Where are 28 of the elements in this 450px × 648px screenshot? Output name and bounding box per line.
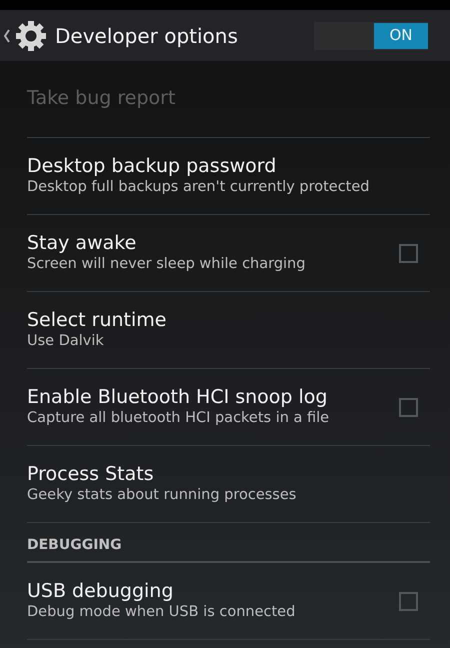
checkbox[interactable] [399, 398, 418, 416]
preference-title: Stay awake [27, 232, 138, 256]
preference-row[interactable]: Enable Bluetooth HCI snoop log Capture all bluetooth HCI packets in a file [27, 369, 430, 446]
preference-summary: Geeky stats about running processes [27, 486, 298, 506]
preference-title: Select runtime [27, 308, 168, 332]
switch-track[interactable]: ON [314, 22, 428, 50]
preference-summary: Capture all bluetooth HCI packets in a file [27, 409, 330, 428]
back-icon[interactable] [3, 28, 11, 42]
preference-summary: Use Dalvik [27, 332, 105, 352]
preference-row[interactable]: Desktop backup password Desktop full backups aren't currently protected [27, 138, 430, 215]
preference-row[interactable]: USB debugging Debug mode when USB is connected [27, 563, 430, 640]
screen-title: Developer options [55, 22, 238, 50]
gear-icon [15, 20, 47, 52]
preference-title: Desktop backup password [27, 154, 278, 178]
preference-title: Take bug report [27, 87, 176, 111]
preference-row[interactable]: Stay awake Screen will never sleep while charging [27, 215, 430, 292]
checkbox[interactable] [399, 244, 418, 262]
preference-title: Process Stats [27, 462, 155, 486]
on-off-switch[interactable]: ON [374, 22, 428, 48]
preference-title: USB debugging [27, 580, 174, 604]
preference-title: Enable Bluetooth HCI snoop log [27, 386, 328, 410]
preference-summary: Desktop full backups aren't currently protected [27, 178, 370, 198]
checkbox[interactable] [399, 592, 418, 610]
preference-summary: Debug mode when USB is connected [27, 603, 296, 622]
section-header: DEBUGGING [27, 537, 122, 553]
preference-row[interactable]: Select runtime Use Dalvik [27, 292, 430, 369]
preference-summary: Screen will never sleep while charging [27, 255, 306, 274]
preference-row[interactable]: Process Stats Geeky stats about running processes [27, 446, 430, 523]
